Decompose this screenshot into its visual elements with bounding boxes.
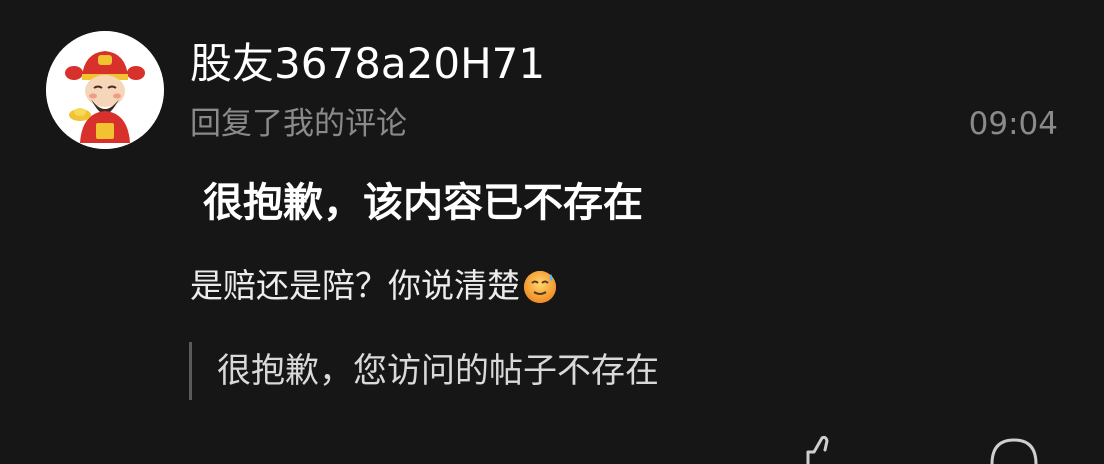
thumbs-up-icon[interactable] xyxy=(800,434,844,464)
comment-bubble-icon[interactable] xyxy=(984,434,1044,464)
quoted-text: 很抱歉，您访问的帖子不存在 xyxy=(217,351,659,391)
avatar[interactable] xyxy=(46,31,164,149)
reply-text-row[interactable]: 是赔还是陪？你说清楚 xyxy=(190,264,558,308)
timestamp: 09:04 xyxy=(968,106,1058,142)
deleted-content-notice: 很抱歉，该内容已不存在 xyxy=(203,180,643,226)
quoted-post[interactable]: 很抱歉，您访问的帖子不存在 xyxy=(189,342,659,400)
notification-type-label: 回复了我的评论 xyxy=(190,106,407,142)
sweat-smile-emoji-icon xyxy=(522,268,558,304)
username[interactable]: 股友3678a20H71 xyxy=(190,38,545,90)
reply-text: 是赔还是陪？你说清楚 xyxy=(190,266,520,305)
caishen-avatar-icon xyxy=(46,31,164,149)
